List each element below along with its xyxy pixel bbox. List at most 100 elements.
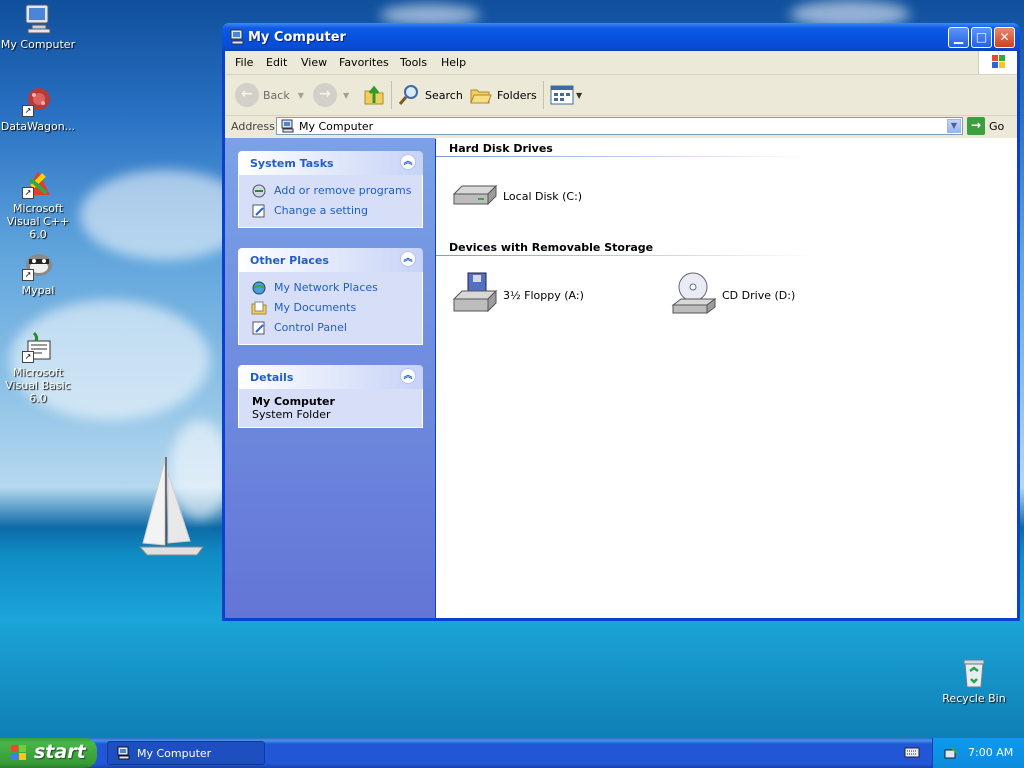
toolbar-separator bbox=[543, 81, 544, 109]
collapse-chevron-icon[interactable]: ︽ bbox=[400, 154, 416, 170]
visual-basic-icon: ↗ bbox=[22, 331, 54, 363]
window-title: My Computer bbox=[248, 30, 346, 45]
desktop-icon-my-computer[interactable]: My Computer bbox=[0, 3, 76, 51]
my-computer-icon bbox=[281, 119, 295, 133]
standard-toolbar: ← Back ▼ → ▼ Search Folders ▼ bbox=[225, 75, 1017, 116]
desktop-icon-label: Mypal bbox=[21, 284, 55, 297]
place-label: My Network Places bbox=[274, 281, 378, 294]
menu-edit[interactable]: Edit bbox=[266, 56, 287, 69]
address-dropdown-button[interactable]: ▼ bbox=[947, 119, 961, 133]
tray-network-icon[interactable] bbox=[943, 745, 959, 761]
control-panel-icon bbox=[251, 320, 267, 336]
system-tasks-header[interactable]: System Tasks ︽ bbox=[238, 151, 423, 175]
start-button[interactable]: start bbox=[0, 738, 97, 768]
collapse-chevron-icon[interactable]: ︽ bbox=[400, 251, 416, 267]
address-bar: Address My Computer ▼ → Go bbox=[225, 116, 1017, 139]
my-documents-icon bbox=[251, 300, 267, 316]
group-divider bbox=[436, 255, 816, 256]
menu-favorites[interactable]: Favorites bbox=[339, 56, 389, 69]
close-icon: ✕ bbox=[999, 30, 1010, 44]
place-my-network-places[interactable]: My Network Places bbox=[239, 278, 422, 298]
desktop-icon-label: Microsoft Visual Basic 6.0 bbox=[5, 366, 71, 405]
task-pane: System Tasks ︽ Add or remove programs Ch… bbox=[225, 138, 435, 618]
drive-cd-d[interactable]: CD Drive (D:) bbox=[669, 271, 795, 319]
details-header[interactable]: Details ︽ bbox=[238, 365, 423, 389]
taskbar-item-my-computer[interactable]: My Computer bbox=[107, 741, 265, 765]
system-tray: 7:00 AM bbox=[932, 738, 1024, 768]
drive-label: Local Disk (C:) bbox=[503, 189, 583, 203]
search-button[interactable]: Search bbox=[397, 82, 463, 108]
place-label: My Documents bbox=[274, 301, 357, 314]
floppy-drive-icon bbox=[450, 271, 498, 319]
back-button[interactable]: ← Back ▼ bbox=[235, 82, 304, 108]
maximize-button[interactable]: □ bbox=[971, 27, 992, 48]
task-change-setting[interactable]: Change a setting bbox=[239, 201, 422, 221]
up-folder-button[interactable] bbox=[362, 82, 386, 108]
toolbar-separator bbox=[391, 81, 392, 109]
cd-drive-icon bbox=[669, 271, 717, 319]
menu-help[interactable]: Help bbox=[441, 56, 466, 69]
drive-floppy-a[interactable]: 3½ Floppy (A:) bbox=[450, 271, 584, 319]
shortcut-arrow-icon: ↗ bbox=[22, 105, 34, 117]
collapse-chevron-icon[interactable]: ︽ bbox=[400, 368, 416, 384]
drive-label: CD Drive (D:) bbox=[722, 288, 796, 302]
recycle-bin-icon bbox=[958, 657, 990, 689]
folders-button[interactable]: Folders bbox=[469, 82, 537, 108]
add-remove-programs-icon bbox=[251, 183, 267, 199]
task-add-remove-programs[interactable]: Add or remove programs bbox=[239, 181, 422, 201]
group-header-removable-storage: Devices with Removable Storage bbox=[449, 241, 654, 254]
forward-arrow-icon: → bbox=[313, 83, 337, 107]
other-places-header[interactable]: Other Places ︽ bbox=[238, 248, 423, 272]
system-tasks-list: Add or remove programs Change a setting bbox=[238, 175, 423, 228]
other-places-title: Other Places bbox=[250, 254, 329, 267]
drive-label: 3½ Floppy (A:) bbox=[503, 288, 584, 302]
start-label: start bbox=[34, 741, 86, 763]
search-label: Search bbox=[425, 88, 463, 102]
taskbar: start My Computer 7:00 AM bbox=[0, 738, 1024, 768]
desktop-icon-visual-cpp[interactable]: ↗ Microsoft Visual C++ 6.0 bbox=[0, 167, 76, 241]
windows-logo-icon bbox=[978, 51, 1017, 74]
desktop: My Computer ↗ DataWagon... ↗ Microsoft V… bbox=[0, 0, 1024, 738]
address-field[interactable]: My Computer ▼ bbox=[276, 117, 963, 135]
forward-button[interactable]: → ▼ bbox=[313, 82, 349, 108]
details-type: System Folder bbox=[252, 408, 331, 421]
system-tasks-panel: System Tasks ︽ Add or remove programs Ch… bbox=[238, 151, 423, 228]
chevron-down-icon: ▼ bbox=[576, 90, 583, 100]
close-button[interactable]: ✕ bbox=[994, 27, 1015, 48]
datawagon-icon: ↗ bbox=[22, 85, 54, 117]
address-label: Address bbox=[231, 120, 275, 133]
menu-file[interactable]: File bbox=[235, 56, 253, 69]
system-tasks-title: System Tasks bbox=[250, 157, 334, 170]
menu-tools[interactable]: Tools bbox=[400, 56, 427, 69]
details-title: Details bbox=[250, 371, 294, 384]
clock[interactable]: 7:00 AM bbox=[968, 746, 1013, 759]
go-button[interactable]: → Go bbox=[967, 117, 1004, 135]
keyboard-icon[interactable] bbox=[904, 745, 920, 759]
maximize-icon: □ bbox=[975, 30, 988, 44]
task-label: Change a setting bbox=[274, 204, 368, 217]
desktop-icon-recycle-bin[interactable]: Recycle Bin bbox=[936, 657, 1012, 705]
desktop-icon-mypal[interactable]: ↗ Mypal bbox=[0, 249, 76, 297]
desktop-icon-label: Recycle Bin bbox=[942, 692, 1006, 705]
task-label: Add or remove programs bbox=[274, 184, 412, 197]
shortcut-arrow-icon: ↗ bbox=[22, 269, 34, 281]
minimize-icon: ▁ bbox=[953, 30, 964, 44]
place-my-documents[interactable]: My Documents bbox=[239, 298, 422, 318]
desktop-icon-visual-basic[interactable]: ↗ Microsoft Visual Basic 6.0 bbox=[0, 331, 76, 405]
minimize-button[interactable]: ▁ bbox=[948, 27, 969, 48]
folders-icon bbox=[469, 83, 493, 107]
menu-view[interactable]: View bbox=[301, 56, 327, 69]
hard-disk-icon bbox=[450, 172, 498, 220]
window-body: System Tasks ︽ Add or remove programs Ch… bbox=[225, 138, 1017, 618]
desktop-icon-label: Microsoft Visual C++ 6.0 bbox=[6, 202, 70, 241]
details-panel: Details ︽ My Computer System Folder bbox=[238, 365, 423, 428]
drive-local-disk-c[interactable]: Local Disk (C:) bbox=[450, 172, 582, 220]
title-bar[interactable]: My Computer ▁ □ ✕ bbox=[222, 23, 1020, 51]
folders-label: Folders bbox=[497, 88, 537, 102]
desktop-icon-label: DataWagon... bbox=[0, 120, 76, 133]
change-setting-icon bbox=[251, 203, 267, 219]
desktop-icon-datawagon[interactable]: ↗ DataWagon... bbox=[0, 85, 76, 133]
taskbar-item-label: My Computer bbox=[137, 747, 212, 760]
views-button[interactable]: ▼ bbox=[550, 82, 582, 108]
place-control-panel[interactable]: Control Panel bbox=[239, 318, 422, 338]
